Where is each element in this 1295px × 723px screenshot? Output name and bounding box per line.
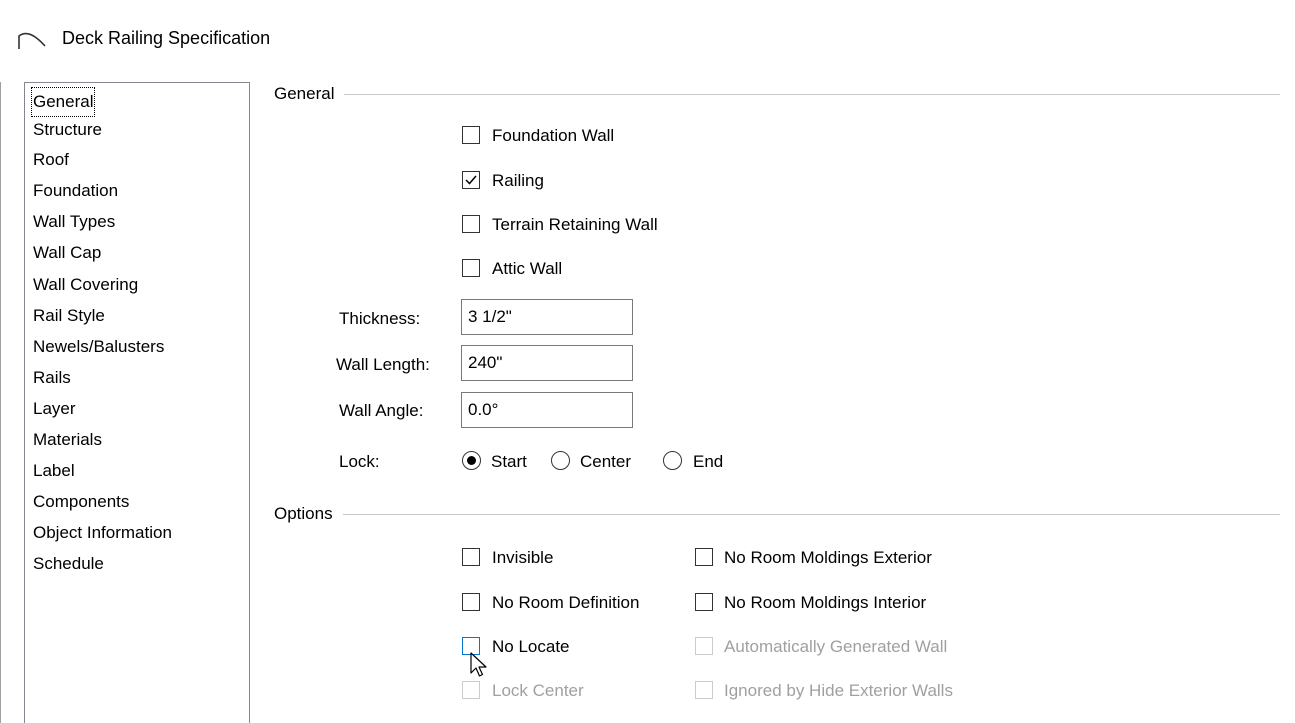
lock-center-radio[interactable]	[551, 451, 570, 470]
lock-label: Lock:	[339, 452, 380, 471]
lock-start-radio[interactable]	[462, 451, 481, 470]
automatically-generated-wall-checkbox[interactable]	[695, 637, 713, 655]
sidebar-item-layer[interactable]: Layer	[31, 394, 78, 424]
lock-start-label: Start	[491, 452, 527, 471]
foundation-wall-label: Foundation Wall	[492, 126, 615, 145]
no-room-definition-checkbox[interactable]	[462, 593, 480, 611]
sidebar-item-structure[interactable]: Structure	[31, 115, 104, 145]
sidebar-item-components[interactable]: Components	[31, 487, 131, 517]
lock-center-checkbox[interactable]	[462, 681, 480, 699]
lock-end-label: End	[693, 452, 724, 471]
no-locate-label: No Locate	[492, 637, 570, 656]
sidebar-item-roof[interactable]: Roof	[31, 145, 71, 175]
no-room-moldings-exterior-label: No Room Moldings Exterior	[724, 548, 932, 567]
category-list[interactable]: General Structure Roof Foundation Wall T…	[24, 82, 250, 723]
options-group-line	[280, 514, 1280, 515]
sidebar-item-rail-style[interactable]: Rail Style	[31, 301, 107, 331]
terrain-retaining-wall-label: Terrain Retaining Wall	[492, 215, 658, 234]
sidebar-item-rails[interactable]: Rails	[31, 363, 73, 393]
sidebar-item-materials[interactable]: Materials	[31, 425, 104, 455]
ignored-by-hide-exterior-walls-checkbox[interactable]	[695, 681, 713, 699]
lock-center-checkbox-label: Lock Center	[492, 681, 584, 700]
ignored-by-hide-exterior-walls-label: Ignored by Hide Exterior Walls	[724, 681, 953, 700]
sidebar-item-newels-balusters[interactable]: Newels/Balusters	[31, 332, 166, 362]
no-room-definition-label: No Room Definition	[492, 593, 640, 612]
general-group-line	[280, 94, 1280, 95]
no-room-moldings-exterior-checkbox[interactable]	[695, 548, 713, 566]
sidebar-item-wall-cap[interactable]: Wall Cap	[31, 238, 103, 268]
mouse-pointer-icon	[470, 652, 487, 677]
app-icon	[18, 32, 46, 49]
wall-angle-label: Wall Angle:	[339, 401, 424, 420]
sidebar-item-wall-types[interactable]: Wall Types	[31, 207, 117, 237]
railing-checkbox[interactable]	[462, 171, 480, 189]
sidebar-item-label[interactable]: Label	[31, 456, 77, 486]
no-room-moldings-interior-label: No Room Moldings Interior	[724, 593, 927, 612]
terrain-retaining-wall-checkbox[interactable]	[462, 215, 480, 233]
foundation-wall-checkbox[interactable]	[462, 126, 480, 144]
title-bar: Deck Railing Specification	[0, 0, 1295, 82]
wall-angle-input[interactable]: 0.0°	[461, 392, 633, 428]
options-group-heading: Options	[274, 504, 343, 524]
window-title: Deck Railing Specification	[62, 28, 271, 48]
thickness-label: Thickness:	[339, 309, 421, 328]
invisible-label: Invisible	[492, 548, 554, 567]
window-left-edge	[0, 0, 1, 723]
attic-wall-label: Attic Wall	[492, 259, 563, 278]
invisible-checkbox[interactable]	[462, 548, 480, 566]
sidebar-item-general[interactable]: General	[31, 87, 96, 117]
thickness-input[interactable]: 3 1/2"	[461, 299, 633, 335]
general-group-heading: General	[274, 84, 345, 104]
sidebar-item-foundation[interactable]: Foundation	[31, 176, 120, 206]
sidebar-item-wall-covering[interactable]: Wall Covering	[31, 270, 140, 300]
attic-wall-checkbox[interactable]	[462, 259, 480, 277]
wall-length-label: Wall Length:	[336, 355, 430, 374]
checkmark-icon	[465, 175, 477, 185]
automatically-generated-wall-label: Automatically Generated Wall	[724, 637, 948, 656]
wall-length-input[interactable]: 240"	[461, 345, 633, 381]
lock-end-radio[interactable]	[663, 451, 682, 470]
sidebar-item-schedule[interactable]: Schedule	[31, 549, 106, 579]
radio-selected-dot	[467, 456, 476, 465]
no-room-moldings-interior-checkbox[interactable]	[695, 593, 713, 611]
railing-label: Railing	[492, 171, 544, 190]
sidebar-item-object-information[interactable]: Object Information	[31, 518, 174, 548]
lock-center-label: Center	[580, 452, 632, 471]
